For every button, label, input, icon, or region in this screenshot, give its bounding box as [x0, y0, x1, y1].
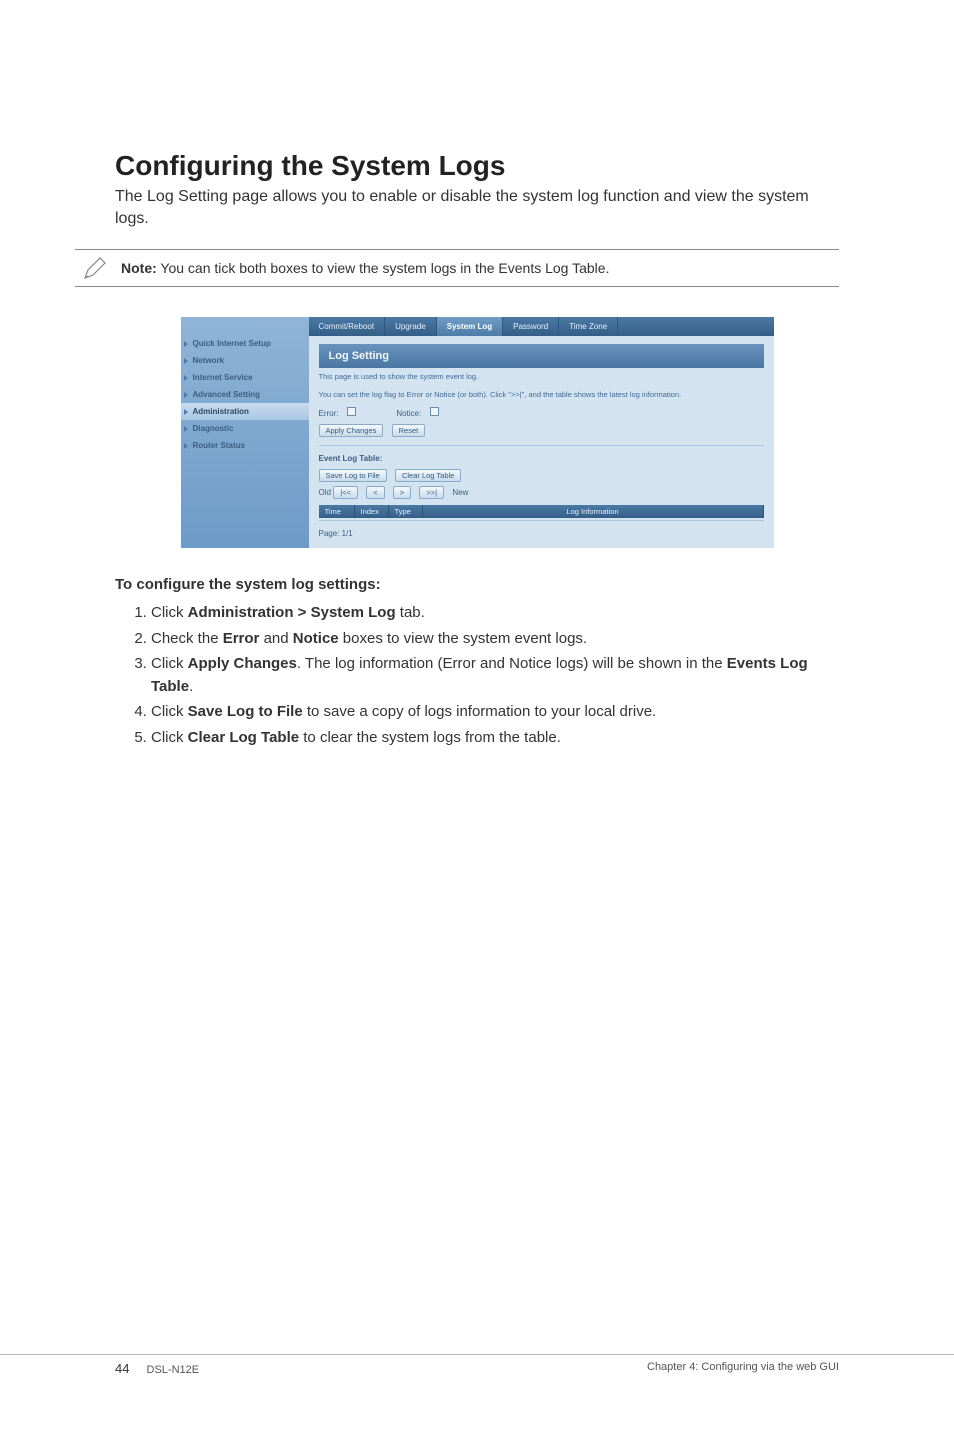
sidebar-item-network[interactable]: Network	[181, 352, 309, 369]
nav-next-button[interactable]: >	[393, 486, 411, 499]
clear-log-button[interactable]: Clear Log Table	[395, 469, 461, 482]
sidebar-item-administration[interactable]: Administration	[181, 403, 309, 420]
th-index: Index	[355, 505, 389, 518]
step-4: Click Save Log to File to save a copy of…	[151, 700, 839, 723]
sidebar-item-advanced[interactable]: Advanced Setting	[181, 386, 309, 403]
router-tabs: Commit/Reboot Upgrade System Log Passwor…	[309, 317, 774, 336]
notice-label: Notice:	[396, 409, 421, 418]
footer-model: DSL-N12E	[147, 1364, 200, 1376]
tab-time-zone[interactable]: Time Zone	[559, 317, 618, 336]
th-type: Type	[389, 505, 423, 518]
sidebar-item-internet-service[interactable]: Internet Service	[181, 369, 309, 386]
instructions-heading: To configure the system log settings:	[115, 576, 839, 593]
save-log-button[interactable]: Save Log to File	[319, 469, 387, 482]
tab-commit-reboot[interactable]: Commit/Reboot	[309, 317, 386, 336]
tab-system-log[interactable]: System Log	[437, 317, 503, 336]
new-label: New	[452, 488, 468, 497]
note-body: You can tick both boxes to view the syst…	[157, 260, 610, 276]
event-log-table-label: Event Log Table:	[319, 454, 764, 463]
nav-last-button[interactable]: >>|	[419, 486, 444, 499]
reset-button[interactable]: Reset	[392, 424, 426, 437]
step-3: Click Apply Changes. The log information…	[151, 652, 839, 699]
panel-title: Log Setting	[319, 344, 764, 368]
panel-desc2: You can set the log flag to Error or Not…	[319, 390, 764, 400]
note-box: Note: You can tick both boxes to view th…	[75, 249, 839, 287]
instructions-list: Click Administration > System Log tab. C…	[115, 601, 839, 749]
step-5: Click Clear Log Table to clear the syste…	[151, 726, 839, 749]
th-log-info: Log Information	[423, 505, 764, 518]
old-label: Old	[319, 488, 331, 497]
note-label: Note:	[121, 260, 157, 276]
error-label: Error:	[319, 409, 339, 418]
nav-first-button[interactable]: |<<	[333, 486, 358, 499]
router-screenshot: Quick Internet Setup Network Internet Se…	[181, 317, 774, 549]
pencil-icon	[75, 254, 115, 282]
router-sidebar: Quick Internet Setup Network Internet Se…	[181, 317, 309, 549]
sidebar-item-diagnostic[interactable]: Diagnostic	[181, 420, 309, 437]
page-heading: Configuring the System Logs	[115, 150, 839, 182]
page-number: 44	[115, 1361, 129, 1376]
step-2: Check the Error and Notice boxes to view…	[151, 627, 839, 650]
error-checkbox[interactable]	[347, 407, 356, 416]
sidebar-item-router-status[interactable]: Router Status	[181, 437, 309, 454]
intro-text: The Log Setting page allows you to enabl…	[115, 186, 839, 231]
footer-chapter: Chapter 4: Configuring via the web GUI	[647, 1361, 839, 1376]
page-footer: 44 DSL-N12E Chapter 4: Configuring via t…	[0, 1354, 954, 1376]
notice-checkbox[interactable]	[430, 407, 439, 416]
sidebar-item-quick-setup[interactable]: Quick Internet Setup	[181, 335, 309, 352]
th-time: Time	[319, 505, 355, 518]
tab-password[interactable]: Password	[503, 317, 559, 336]
apply-changes-button[interactable]: Apply Changes	[319, 424, 384, 437]
tab-upgrade[interactable]: Upgrade	[385, 317, 437, 336]
panel-desc1: This page is used to show the system eve…	[319, 372, 764, 382]
nav-prev-button[interactable]: <	[366, 486, 384, 499]
page-info: Page: 1/1	[319, 529, 764, 538]
step-1: Click Administration > System Log tab.	[151, 601, 839, 624]
